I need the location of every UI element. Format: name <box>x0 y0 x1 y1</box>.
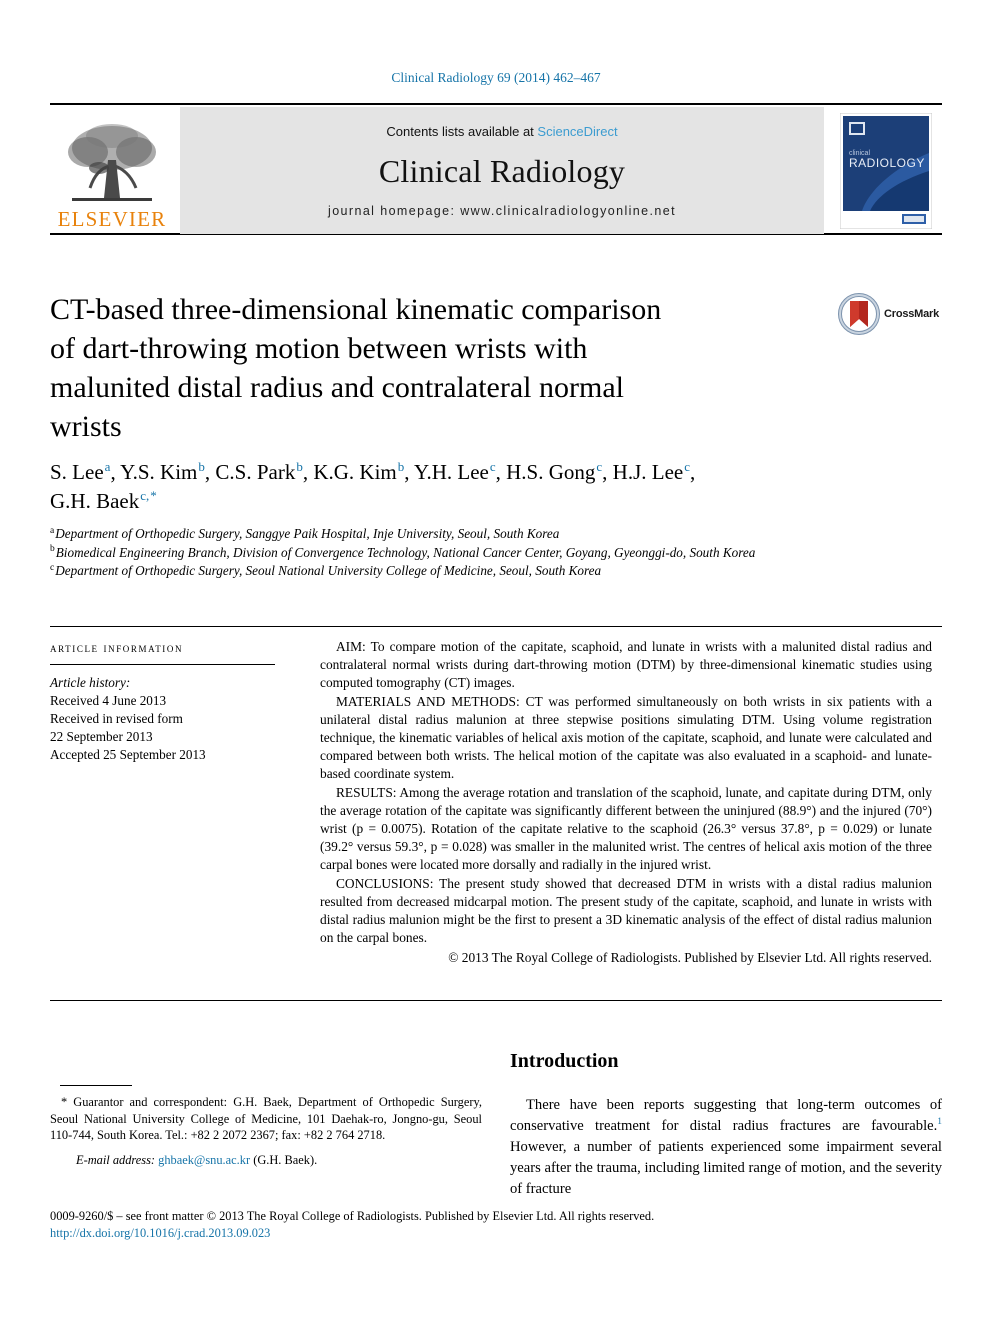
author-sep: , <box>404 460 414 484</box>
abstract-aim: AIM: To compare motion of the capitate, … <box>320 639 932 691</box>
article-information-rule <box>50 664 275 665</box>
footnote-rule <box>60 1085 132 1086</box>
journal-cover-thumbnail[interactable]: clinical RADIOLOGY <box>830 107 942 234</box>
article-history: Article history: Received 4 June 2013 Re… <box>50 674 282 764</box>
issn-copyright-line: 0009-9260/$ – see front matter © 2013 Th… <box>50 1209 655 1223</box>
author-entry: S. Leea, <box>50 460 120 484</box>
cover-image: clinical RADIOLOGY <box>840 112 932 229</box>
journal-masthead: ELSEVIER Contents lists available at Sci… <box>50 103 942 235</box>
journal-title: Clinical Radiology <box>378 152 626 189</box>
author-sep: , <box>602 460 613 484</box>
crossmark-badge[interactable]: CrossMark <box>838 288 942 340</box>
page-title: CT-based three-dimensional kinematic com… <box>50 293 662 443</box>
sciencedirect-link[interactable]: ScienceDirect <box>537 124 617 139</box>
doi-link[interactable]: http://dx.doi.org/10.1016/j.crad.2013.09… <box>50 1225 942 1242</box>
author-list: S. Leea, Y.S. Kimb, C.S. Parkb, K.G. Kim… <box>50 458 940 516</box>
author-name: H.S. Gong <box>506 460 596 484</box>
article-information-heading: article information <box>50 640 184 655</box>
abstract-bottom-rule <box>50 1000 942 1001</box>
article-history-line: Received in revised form <box>50 711 183 726</box>
elsevier-logo: ELSEVIER <box>50 107 174 234</box>
article-history-label: Article history: <box>50 675 131 690</box>
affiliation-text: Biomedical Engineering Branch, Division … <box>55 544 756 560</box>
crossmark-label: CrossMark <box>884 308 940 320</box>
author-entry: K.G. Kimb, <box>313 460 414 484</box>
email-owner: (G.H. Baek). <box>253 1152 318 1167</box>
journal-band: Contents lists available at ScienceDirec… <box>180 107 824 234</box>
article-information-block: article information Article history: Rec… <box>50 640 282 764</box>
contents-available-line: Contents lists available at ScienceDirec… <box>386 124 617 139</box>
affiliation-text: Department of Orthopedic Surgery, Seoul … <box>55 563 602 578</box>
abstract-conclusions: CONCLUSIONS: The present study showed th… <box>320 875 932 946</box>
article-history-line: Received 4 June 2013 <box>50 693 167 708</box>
corresponding-author-marker[interactable]: * <box>149 488 157 503</box>
journal-homepage-line[interactable]: journal homepage: www.clinicalradiologyo… <box>328 204 676 218</box>
author-affil-marker[interactable]: b <box>295 459 303 474</box>
author-sep: , <box>302 460 314 484</box>
affiliation-item: cDepartment of Orthopedic Surgery, Seoul… <box>50 562 930 581</box>
author-name: G.H. Baek <box>50 489 140 513</box>
abstract-copyright: © 2013 The Royal College of Radiologists… <box>448 950 932 966</box>
introduction-body: There have been reports suggesting that … <box>510 1095 942 1200</box>
author-name: C.S. Park <box>215 460 296 484</box>
svg-text:RADIOLOGY: RADIOLOGY <box>849 156 925 170</box>
reference-marker[interactable]: 1 <box>937 1117 942 1127</box>
author-name: H.J. Lee <box>612 460 684 484</box>
abstract-results: RESULTS: Among the average rotation and … <box>320 784 932 873</box>
elsevier-tree-icon <box>68 124 156 201</box>
running-head: Clinical Radiology 69 (2014) 462–467 <box>391 70 601 85</box>
footnote-block: * Guarantor and correspondent: G.H. Baek… <box>50 1094 482 1168</box>
email-label: E-mail address: <box>76 1152 156 1167</box>
correspondence-note: * Guarantor and correspondent: G.H. Baek… <box>50 1095 482 1142</box>
author-sep: , <box>110 460 121 484</box>
author-affil-marker[interactable]: c, <box>139 488 149 503</box>
article-history-line: 22 September 2013 <box>50 729 153 744</box>
email-note: E-mail address: ghbaek@snu.ac.kr (G.H. B… <box>50 1152 482 1169</box>
crossmark-icon <box>838 293 880 335</box>
author-affil-marker[interactable]: b <box>197 459 205 474</box>
author-entry: Y.H. Leec, <box>414 460 506 484</box>
introduction-paragraph: There have been reports suggesting that … <box>510 1095 942 1200</box>
abstract-top-rule <box>50 626 942 627</box>
author-affil-marker[interactable]: c <box>683 459 690 474</box>
abstract-block: AIM: To compare motion of the capitate, … <box>320 638 932 968</box>
affiliation-list: aDepartment of Orthopedic Surgery, Sangg… <box>50 525 930 581</box>
author-entry: G.H. Baekc,* <box>50 489 157 513</box>
author-entry: H.S. Gongc, <box>506 460 613 484</box>
affiliation-item: bBiomedical Engineering Branch, Division… <box>50 544 930 563</box>
author-name: Y.S. Kim <box>120 460 198 484</box>
article-history-line: Accepted 25 September 2013 <box>50 747 206 762</box>
author-name: K.G. Kim <box>313 460 397 484</box>
affiliation-text: Department of Orthopedic Surgery, Sanggy… <box>55 526 560 541</box>
author-name: S. Lee <box>50 460 104 484</box>
author-sep: , <box>690 460 696 484</box>
author-sep: , <box>204 460 216 484</box>
bottom-copyright-block: 0009-9260/$ – see front matter © 2013 Th… <box>50 1208 942 1242</box>
elsevier-wordmark: ELSEVIER <box>57 207 167 231</box>
author-name: Y.H. Lee <box>414 460 489 484</box>
title-block: CT-based three-dimensional kinematic com… <box>50 290 690 446</box>
abstract-materials-methods: MATERIALS AND METHODS: CT was performed … <box>320 693 932 782</box>
introduction-heading: Introduction <box>510 1050 619 1072</box>
email-link[interactable]: ghbaek@snu.ac.kr <box>158 1153 250 1167</box>
author-sep: , <box>495 460 507 484</box>
introduction-text-a: There have been reports suggesting that … <box>510 1097 942 1134</box>
contents-prefix: Contents lists available at <box>386 123 538 139</box>
affiliation-item: aDepartment of Orthopedic Surgery, Sangg… <box>50 525 930 544</box>
author-entry: Y.S. Kimb, <box>120 460 215 484</box>
author-entry: C.S. Parkb, <box>215 460 313 484</box>
author-affil-marker[interactable]: c <box>489 459 496 474</box>
introduction-text-b: However, a number of patients experience… <box>510 1139 942 1197</box>
author-entry: H.J. Leec, <box>613 460 696 484</box>
journal-article-page: Clinical Radiology 69 (2014) 462–467 ELS… <box>0 0 992 1323</box>
